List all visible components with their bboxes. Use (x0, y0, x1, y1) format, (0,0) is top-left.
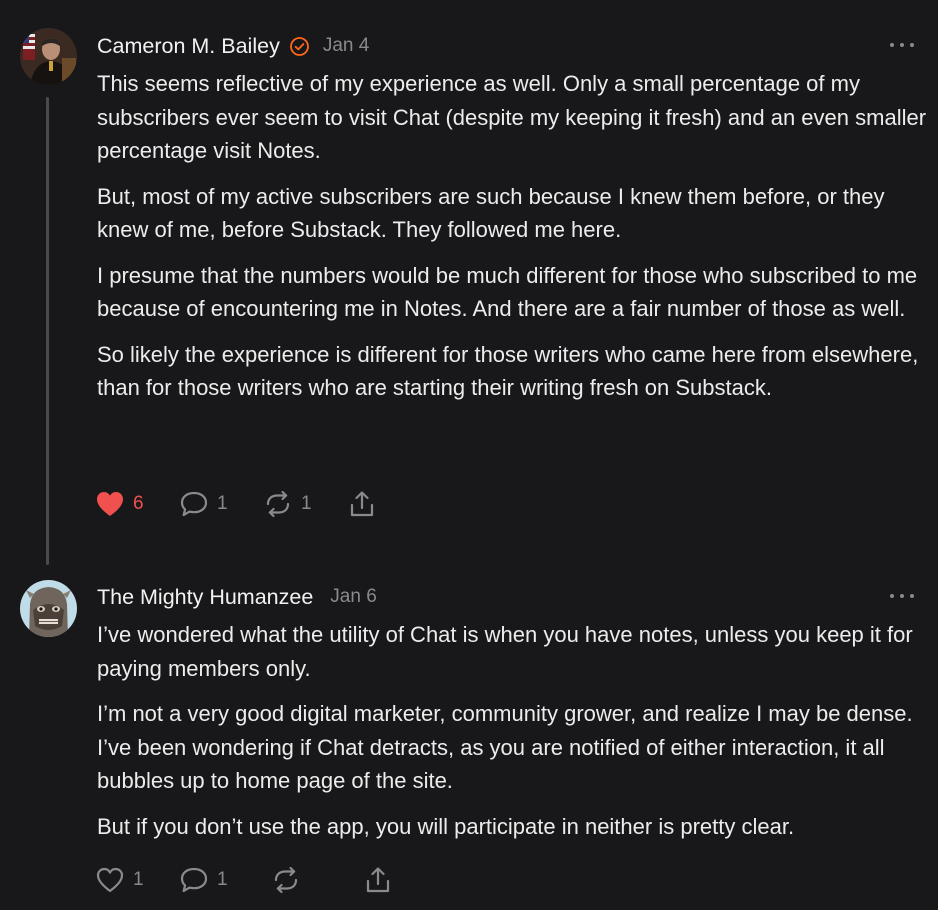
comment-date[interactable]: Jan 4 (323, 35, 369, 57)
share-button[interactable] (363, 866, 393, 894)
comment-actions: 1 1 (95, 863, 393, 897)
comment-paragraph: But, most of my active subscribers are s… (97, 183, 885, 243)
restack-icon (266, 490, 290, 518)
comment-bubble-icon (180, 867, 208, 893)
reply-count: 1 (217, 493, 228, 514)
restack-count: 1 (301, 493, 312, 514)
like-button[interactable]: 1 (95, 866, 145, 894)
like-count: 1 (133, 869, 144, 890)
share-icon (350, 491, 374, 517)
comment-header: Cameron M. Bailey Jan 4 (97, 30, 369, 62)
restack-button[interactable] (271, 866, 321, 894)
heart-outline-icon (96, 867, 124, 893)
author-name[interactable]: The Mighty Humanzee (97, 585, 313, 610)
comment-bubble-icon (180, 491, 208, 517)
like-count: 6 (133, 493, 144, 514)
share-button[interactable] (347, 490, 377, 518)
comment-body: This seems reflective of my experience a… (97, 67, 927, 417)
more-options-icon[interactable] (890, 35, 914, 55)
comment-paragraph: I presume that the numbers would be much… (97, 262, 918, 322)
comment-paragraph: But if you don’t use the app, you will p… (97, 813, 795, 839)
more-options-icon[interactable] (890, 586, 914, 606)
comment-paragraph: This seems reflective of my experience a… (97, 71, 927, 163)
share-icon (366, 867, 390, 893)
reply-count: 1 (217, 869, 228, 890)
avatar[interactable] (20, 28, 77, 85)
comment-actions: 6 1 1 (95, 487, 377, 521)
like-button[interactable]: 6 (95, 490, 145, 518)
comment-date[interactable]: Jan 6 (330, 586, 376, 608)
comment-body: I’ve wondered what the utility of Chat i… (97, 618, 927, 855)
comment-paragraph: I’ve wondered what the utility of Chat i… (97, 622, 913, 681)
comment-paragraph: I’m not a very good digital marketer, co… (97, 701, 913, 793)
thread-line (46, 97, 49, 565)
author-name[interactable]: Cameron M. Bailey (97, 34, 280, 59)
heart-icon (97, 492, 123, 516)
restack-icon (274, 866, 298, 894)
restack-button[interactable]: 1 (263, 490, 313, 518)
comment-header: The Mighty Humanzee Jan 6 (97, 581, 377, 613)
verified-badge-icon (289, 36, 310, 57)
reply-button[interactable]: 1 (179, 490, 229, 518)
avatar[interactable] (20, 580, 77, 637)
comment-paragraph: So likely the experience is different fo… (97, 341, 919, 401)
reply-button[interactable]: 1 (179, 866, 229, 894)
